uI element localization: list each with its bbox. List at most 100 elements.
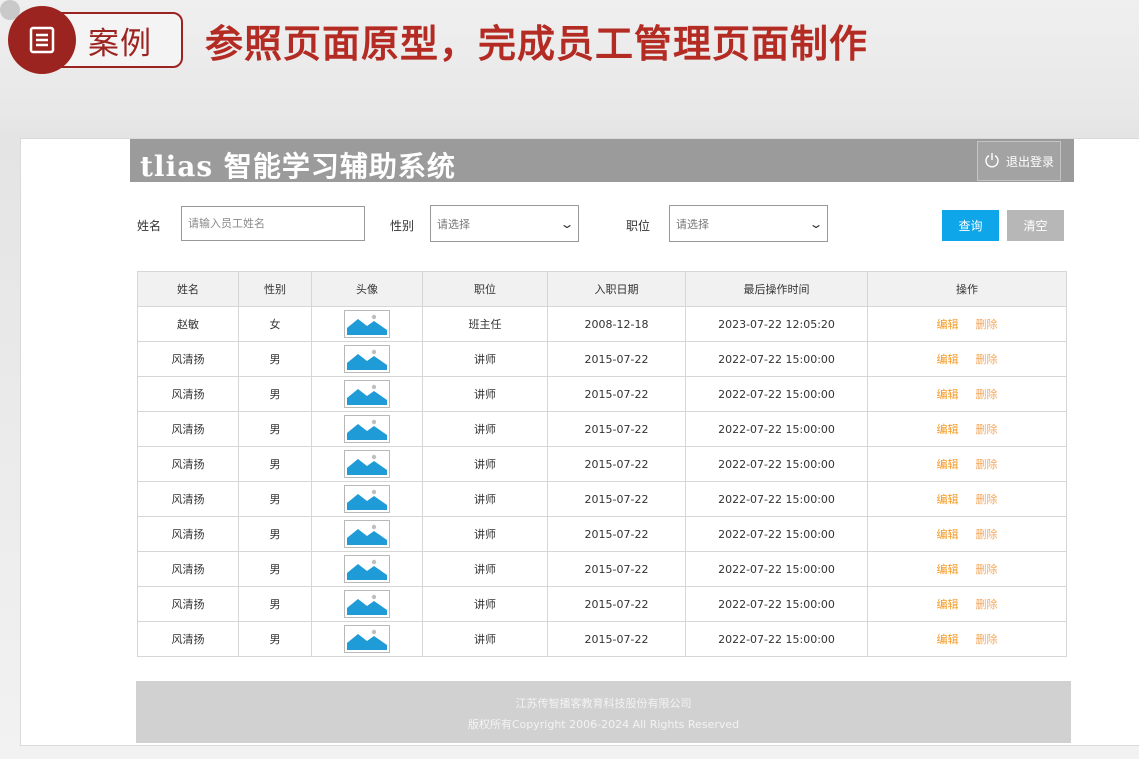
cell-update-time: 2022-07-22 15:00:00: [685, 446, 868, 482]
cell-gender: 男: [238, 481, 312, 517]
cell-actions: 编辑 删除: [867, 551, 1067, 587]
delete-link[interactable]: 删除: [976, 528, 998, 541]
cell-job: 讲师: [422, 341, 548, 377]
table-header-row: 姓名 性别 头像 职位 入职日期 最后操作时间 操作: [137, 271, 1067, 307]
gender-select-value: 请选择: [437, 217, 470, 231]
column-header-update-time: 最后操作时间: [685, 271, 868, 307]
image-placeholder-icon: [344, 555, 390, 583]
delete-link[interactable]: 删除: [976, 423, 998, 436]
delete-link[interactable]: 删除: [976, 318, 998, 331]
cell-update-time: 2022-07-22 15:00:00: [685, 551, 868, 587]
document-list-icon: [8, 6, 76, 74]
gender-label: 性别: [390, 219, 415, 233]
employee-table-body: 赵敏女班主任 2008-12-18 2023-07-22 12:05:20 编辑 删除风…: [137, 306, 1067, 657]
cell-avatar: [311, 586, 423, 622]
cell-name: 风清扬: [137, 621, 239, 657]
delete-link[interactable]: 删除: [976, 458, 998, 471]
cell-avatar: [311, 621, 423, 657]
image-placeholder-icon: [344, 415, 390, 443]
cell-avatar: [311, 376, 423, 412]
cell-update-time: 2022-07-22 15:00:00: [685, 621, 868, 657]
cell-job: 讲师: [422, 551, 548, 587]
cell-gender: 男: [238, 586, 312, 622]
delete-link[interactable]: 删除: [976, 598, 998, 611]
power-icon: [984, 152, 1000, 171]
cell-gender: 男: [238, 516, 312, 552]
column-header-entry-date: 入职日期: [547, 271, 686, 307]
cell-gender: 男: [238, 621, 312, 657]
image-placeholder-icon: [344, 625, 390, 653]
cell-entry-date: 2015-07-22: [547, 516, 686, 552]
gender-select[interactable]: 请选择 ⌄: [430, 205, 579, 242]
cell-gender: 男: [238, 341, 312, 377]
edit-link[interactable]: 编辑: [937, 528, 959, 541]
name-search-input[interactable]: [181, 206, 365, 241]
edit-link[interactable]: 编辑: [937, 598, 959, 611]
chevron-down-icon: ⌄: [808, 216, 824, 231]
image-placeholder-icon: [344, 590, 390, 618]
table-row: 风清扬男 讲师 2015-07-22 2022-07-22 15:00:00 编辑 删除: [137, 586, 1067, 622]
slide-title: 参照页面原型，完成员工管理页面制作: [205, 21, 869, 66]
cell-entry-date: 2015-07-22: [547, 551, 686, 587]
cell-job: 班主任: [422, 306, 548, 342]
edit-link[interactable]: 编辑: [937, 388, 959, 401]
edit-link[interactable]: 编辑: [937, 563, 959, 576]
cell-actions: 编辑 删除: [867, 481, 1067, 517]
table-row: 风清扬男 讲师 2015-07-22 2022-07-22 15:00:00 编辑 删除: [137, 376, 1067, 412]
cell-gender: 男: [238, 551, 312, 587]
delete-link[interactable]: 删除: [976, 493, 998, 506]
image-placeholder-icon: [344, 345, 390, 373]
cell-update-time: 2022-07-22 15:00:00: [685, 376, 868, 412]
cell-avatar: [311, 411, 423, 447]
case-tag-label: 案例: [88, 25, 152, 62]
delete-link[interactable]: 删除: [976, 563, 998, 576]
employee-management-app: tlias 智能学习辅助系统 退出登录 姓名 性别 请选择 ⌄ 职位 请选择 ⌄…: [20, 138, 1139, 746]
table-row: 风清扬男 讲师 2015-07-22 2022-07-22 15:00:00 编辑 删除: [137, 481, 1067, 517]
edit-link[interactable]: 编辑: [937, 458, 959, 471]
job-select[interactable]: 请选择 ⌄: [669, 205, 828, 242]
table-row: 风清扬男 讲师 2015-07-22 2022-07-22 15:00:00 编辑 删除: [137, 621, 1067, 657]
delete-link[interactable]: 删除: [976, 388, 998, 401]
cell-name: 风清扬: [137, 446, 239, 482]
cell-name: 风清扬: [137, 481, 239, 517]
edit-link[interactable]: 编辑: [937, 633, 959, 646]
cell-actions: 编辑 删除: [867, 586, 1067, 622]
logout-button[interactable]: 退出登录: [977, 141, 1061, 181]
cell-name: 赵敏: [137, 306, 239, 342]
cell-gender: 男: [238, 376, 312, 412]
cell-update-time: 2022-07-22 15:00:00: [685, 481, 868, 517]
job-label: 职位: [626, 219, 651, 233]
cell-job: 讲师: [422, 411, 548, 447]
cell-job: 讲师: [422, 446, 548, 482]
edit-link[interactable]: 编辑: [937, 423, 959, 436]
edit-link[interactable]: 编辑: [937, 493, 959, 506]
cell-name: 风清扬: [137, 376, 239, 412]
app-header: tlias 智能学习辅助系统 退出登录: [130, 139, 1074, 183]
clear-button[interactable]: 清空: [1007, 210, 1064, 241]
edit-link[interactable]: 编辑: [937, 318, 959, 331]
cell-name: 风清扬: [137, 341, 239, 377]
delete-link[interactable]: 删除: [976, 353, 998, 366]
cell-entry-date: 2015-07-22: [547, 411, 686, 447]
table-row: 风清扬男 讲师 2015-07-22 2022-07-22 15:00:00 编辑 删除: [137, 411, 1067, 447]
cell-update-time: 2022-07-22 15:00:00: [685, 586, 868, 622]
cell-update-time: 2022-07-22 15:00:00: [685, 341, 868, 377]
app-footer: 江苏传智播客教育科技股份有限公司 版权所有Copyright 2006-2024…: [136, 681, 1071, 743]
image-placeholder-icon: [344, 485, 390, 513]
image-placeholder-icon: [344, 380, 390, 408]
chevron-down-icon: ⌄: [559, 216, 575, 231]
delete-link[interactable]: 删除: [976, 633, 998, 646]
cell-job: 讲师: [422, 376, 548, 412]
column-header-gender: 性别: [238, 271, 312, 307]
cell-job: 讲师: [422, 481, 548, 517]
cell-name: 风清扬: [137, 586, 239, 622]
cell-update-time: 2023-07-22 12:05:20: [685, 306, 868, 342]
cell-entry-date: 2015-07-22: [547, 376, 686, 412]
cell-actions: 编辑 删除: [867, 341, 1067, 377]
edit-link[interactable]: 编辑: [937, 353, 959, 366]
cell-actions: 编辑 删除: [867, 621, 1067, 657]
query-button[interactable]: 查询: [942, 210, 999, 241]
table-row: 风清扬男 讲师 2015-07-22 2022-07-22 15:00:00 编辑 删除: [137, 446, 1067, 482]
cell-entry-date: 2008-12-18: [547, 306, 686, 342]
cell-job: 讲师: [422, 516, 548, 552]
